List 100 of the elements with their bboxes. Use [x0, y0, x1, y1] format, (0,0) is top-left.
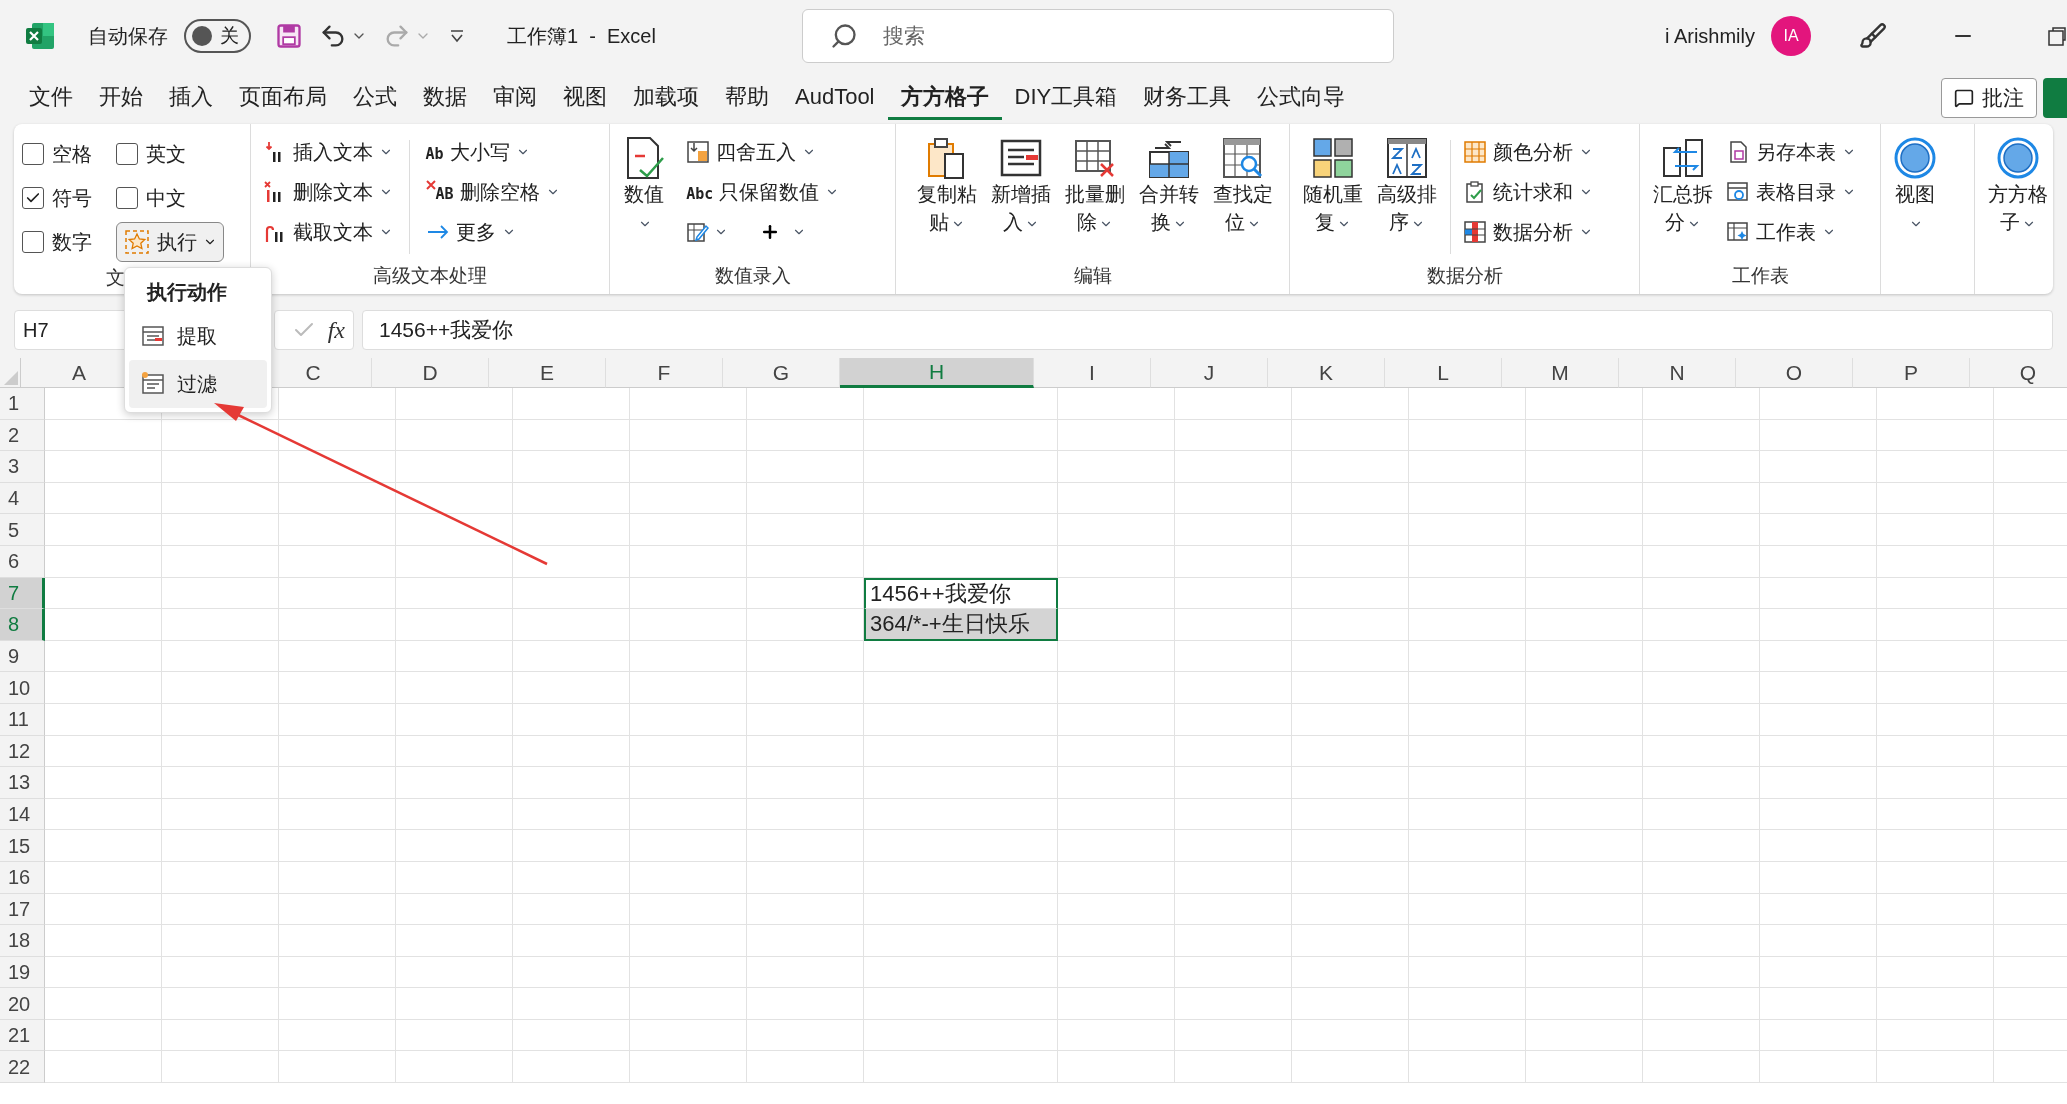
- table-cell[interactable]: [747, 482, 864, 515]
- table-cell[interactable]: [747, 672, 864, 704]
- execute-button[interactable]: 执行: [116, 222, 224, 262]
- ribbon-button[interactable]: 工作表: [1721, 212, 1860, 252]
- row-header[interactable]: 20: [0, 988, 45, 1020]
- table-cell[interactable]: [747, 1051, 864, 1084]
- column-header[interactable]: J: [1151, 358, 1268, 388]
- table-cell[interactable]: [396, 388, 513, 420]
- table-cell[interactable]: [162, 956, 279, 989]
- column-header[interactable]: D: [372, 358, 489, 388]
- table-cell[interactable]: [279, 767, 396, 799]
- table-cell[interactable]: [630, 988, 747, 1020]
- table-cell[interactable]: [45, 861, 162, 894]
- ribbon-button[interactable]: Abc 只保留数值: [682, 172, 844, 212]
- table-cell[interactable]: [1760, 830, 1877, 862]
- table-cell[interactable]: [1409, 735, 1526, 768]
- table-cell[interactable]: [1292, 640, 1409, 673]
- table-cell[interactable]: [1877, 861, 1994, 894]
- table-cell[interactable]: [513, 388, 630, 420]
- table-cell[interactable]: [1760, 767, 1877, 799]
- checkbox[interactable]: 英文: [116, 132, 224, 176]
- menu-tab[interactable]: 公式向导: [1244, 76, 1359, 120]
- table-cell[interactable]: [513, 956, 630, 989]
- table-cell[interactable]: [630, 703, 747, 736]
- table-cell[interactable]: [1409, 830, 1526, 862]
- table-cell[interactable]: [1526, 388, 1643, 420]
- table-cell[interactable]: [45, 609, 162, 641]
- table-cell[interactable]: [1292, 1051, 1409, 1084]
- table-cell[interactable]: [864, 830, 1058, 862]
- table-cell[interactable]: [747, 577, 864, 610]
- table-cell[interactable]: [1058, 798, 1175, 831]
- table-cell[interactable]: [864, 893, 1058, 926]
- table-cell[interactable]: [162, 767, 279, 799]
- table-cell[interactable]: [1877, 451, 1994, 483]
- table-cell[interactable]: [1526, 482, 1643, 515]
- table-cell[interactable]: [747, 388, 864, 420]
- table-cell[interactable]: [1409, 861, 1526, 894]
- table-cell[interactable]: [747, 640, 864, 673]
- table-cell[interactable]: [1526, 609, 1643, 641]
- table-cell[interactable]: [1409, 451, 1526, 483]
- table-cell[interactable]: [1058, 640, 1175, 673]
- table-cell[interactable]: [1877, 735, 1994, 768]
- ribbon-button[interactable]: 方方格子: [1983, 132, 2053, 236]
- table-cell[interactable]: [1175, 925, 1292, 957]
- ribbon-button[interactable]: 复制粘贴: [911, 132, 982, 262]
- menu-tab[interactable]: 加载项: [620, 76, 712, 120]
- table-cell[interactable]: [162, 798, 279, 831]
- table-cell[interactable]: [513, 893, 630, 926]
- table-cell[interactable]: [279, 672, 396, 704]
- menu-tab[interactable]: 公式: [340, 76, 410, 120]
- ribbon-button[interactable]: AB 删除空格: [421, 172, 564, 212]
- table-cell[interactable]: [1409, 482, 1526, 515]
- table-cell[interactable]: [1877, 577, 1994, 610]
- table-cell[interactable]: [1409, 1051, 1526, 1084]
- row-header[interactable]: 11: [0, 703, 45, 736]
- table-cell[interactable]: [864, 514, 1058, 546]
- menu-tab[interactable]: AudTool: [782, 76, 888, 120]
- table-cell[interactable]: [1643, 830, 1760, 862]
- table-cell[interactable]: [1292, 798, 1409, 831]
- table-cell[interactable]: [1760, 703, 1877, 736]
- table-cell[interactable]: [1175, 577, 1292, 610]
- table-cell[interactable]: [279, 988, 396, 1020]
- table-cell[interactable]: [1292, 451, 1409, 483]
- ribbon-button[interactable]: 数值: [618, 132, 671, 262]
- table-cell[interactable]: [1409, 956, 1526, 989]
- table-cell[interactable]: [1409, 1019, 1526, 1052]
- table-cell[interactable]: [513, 640, 630, 673]
- table-cell[interactable]: [1643, 451, 1760, 483]
- table-cell[interactable]: [279, 1019, 396, 1052]
- table-cell[interactable]: [1292, 893, 1409, 926]
- table-cell[interactable]: [1058, 609, 1175, 641]
- table-cell[interactable]: [747, 798, 864, 831]
- table-cell[interactable]: [1643, 577, 1760, 610]
- table-cell[interactable]: [513, 830, 630, 862]
- table-cell[interactable]: [162, 861, 279, 894]
- table-cell[interactable]: [1292, 988, 1409, 1020]
- table-cell[interactable]: [279, 514, 396, 546]
- table-cell[interactable]: [1409, 577, 1526, 610]
- table-cell[interactable]: [1175, 956, 1292, 989]
- ribbon-button[interactable]: 查找定位: [1207, 132, 1278, 262]
- table-cell[interactable]: [396, 767, 513, 799]
- table-cell[interactable]: [1877, 988, 1994, 1020]
- table-cell[interactable]: [1877, 640, 1994, 673]
- table-cell[interactable]: [864, 861, 1058, 894]
- table-cell[interactable]: [396, 514, 513, 546]
- table-cell[interactable]: [1760, 640, 1877, 673]
- table-cell[interactable]: [1643, 988, 1760, 1020]
- table-cell[interactable]: [396, 798, 513, 831]
- table-cell[interactable]: [513, 451, 630, 483]
- table-cell[interactable]: [513, 514, 630, 546]
- row-header[interactable]: 2: [0, 419, 45, 452]
- table-cell[interactable]: [513, 767, 630, 799]
- table-cell[interactable]: [1526, 861, 1643, 894]
- column-header[interactable]: K: [1268, 358, 1385, 388]
- table-cell[interactable]: [1760, 956, 1877, 989]
- table-cell[interactable]: [396, 956, 513, 989]
- table-cell[interactable]: [396, 735, 513, 768]
- table-cell[interactable]: [1877, 893, 1994, 926]
- menu-tab[interactable]: 方方格子: [887, 76, 1002, 120]
- table-cell[interactable]: [1877, 798, 1994, 831]
